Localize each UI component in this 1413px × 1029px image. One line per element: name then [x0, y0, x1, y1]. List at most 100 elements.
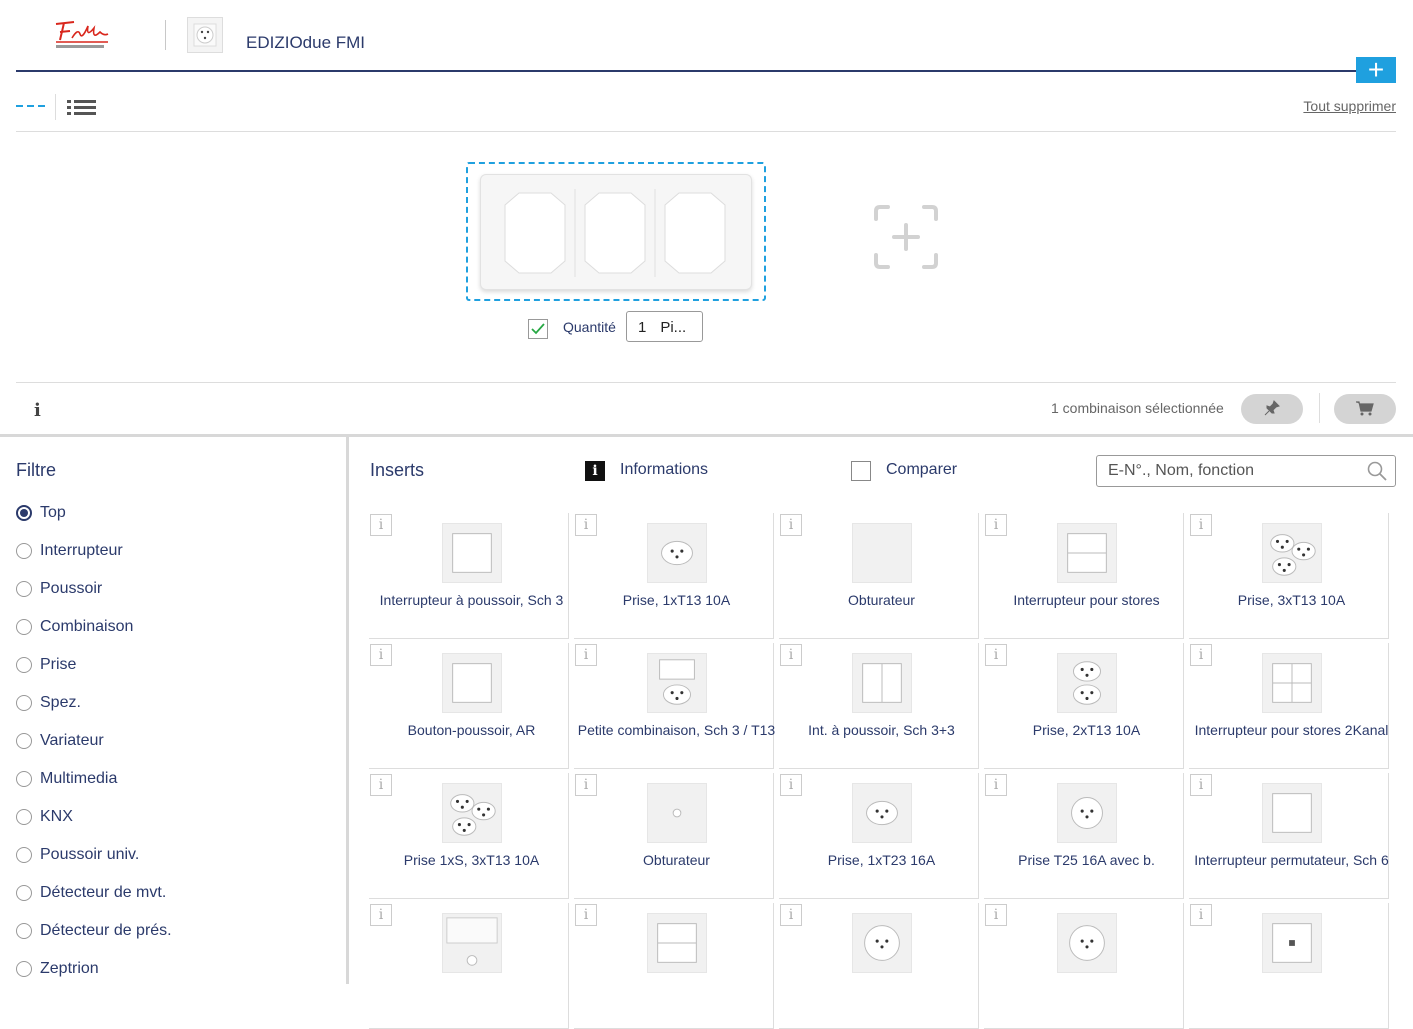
product-tile[interactable]: i [984, 903, 1184, 1029]
product-tile[interactable]: i [779, 903, 979, 1029]
product-info-icon[interactable]: i [780, 904, 802, 926]
product-info-icon[interactable]: i [985, 904, 1007, 926]
product-tile[interactable]: i Interrupteur à poussoir, Sch 3 [369, 513, 569, 639]
filter-option[interactable]: Top [16, 502, 336, 540]
selected-frame[interactable] [466, 162, 766, 301]
pin-button[interactable] [1241, 394, 1303, 424]
search-input[interactable]: E-N°., Nom, fonction [1096, 455, 1396, 487]
info-icon[interactable]: i [34, 400, 41, 421]
radio-button[interactable] [16, 543, 32, 559]
product-info-icon[interactable]: i [1190, 644, 1212, 666]
panel-divider-horizontal[interactable] [0, 434, 1413, 437]
radio-button[interactable] [16, 771, 32, 787]
filter-option[interactable]: Multimedia [16, 768, 336, 806]
product-tile[interactable]: i Obturateur [779, 513, 979, 639]
radio-button[interactable] [16, 923, 32, 939]
product-label: Interrupteur permutateur, Sch 6 [1194, 852, 1389, 868]
product-info-icon[interactable]: i [370, 904, 392, 926]
product-info-icon[interactable]: i [575, 774, 597, 796]
filter-option[interactable]: Poussoir [16, 578, 336, 616]
quantity-checkbox[interactable] [528, 319, 548, 339]
filter-option[interactable]: Zeptrion [16, 958, 336, 996]
quantity-input[interactable]: 1 Pi... [626, 311, 703, 342]
canvas-view-icon[interactable] [16, 102, 46, 110]
product-info-icon[interactable]: i [985, 514, 1007, 536]
quantity-row: Quantité 1 Pi... [528, 311, 708, 343]
product-thumbnail[interactable] [187, 17, 223, 53]
product-info-icon[interactable]: i [1190, 514, 1212, 536]
product-tile[interactable]: i Prise 1xS, 3xT13 10A [369, 773, 569, 899]
product-info-icon[interactable]: i [370, 774, 392, 796]
filter-option[interactable]: Poussoir univ. [16, 844, 336, 882]
product-tile[interactable]: i Bouton-poussoir, AR [369, 643, 569, 769]
filter-option[interactable]: Interrupteur [16, 540, 336, 578]
product-tile[interactable]: i [1189, 903, 1389, 1029]
product-label: Prise T25 16A avec b. [1018, 852, 1155, 868]
filter-option-label: Variateur [40, 732, 104, 749]
product-tile[interactable]: i Prise T25 16A avec b. [984, 773, 1184, 899]
product-info-icon[interactable]: i [780, 774, 802, 796]
filter-option[interactable]: KNX [16, 806, 336, 844]
blind-switch-icon [647, 913, 707, 973]
filter-title: Filtre [16, 460, 56, 480]
product-info-icon[interactable]: i [1190, 774, 1212, 796]
product-tile[interactable]: i Interrupteur pour stores [984, 513, 1184, 639]
cart-button[interactable] [1334, 394, 1396, 424]
radio-button[interactable] [16, 619, 32, 635]
pin-icon [1264, 399, 1280, 415]
product-info-icon[interactable]: i [575, 904, 597, 926]
product-info-icon[interactable]: i [370, 644, 392, 666]
filter-option[interactable]: Combinaison [16, 616, 336, 654]
blank-plate-icon [852, 523, 912, 583]
compare-checkbox[interactable] [851, 461, 871, 481]
filter-list: Top Interrupteur Poussoir Combinaison Prise S… [16, 502, 336, 996]
product-tile[interactable]: i Interrupteur pour stores 2Kanal [1189, 643, 1389, 769]
add-configuration-button[interactable]: + [1356, 56, 1396, 84]
clear-all-link[interactable]: Tout supprimer [1303, 98, 1396, 114]
list-view-icon[interactable] [66, 98, 98, 116]
radio-button[interactable] [16, 657, 32, 673]
product-tile[interactable]: i Prise, 3xT13 10A [1189, 513, 1389, 639]
product-tile[interactable]: i Interrupteur permutateur, Sch 6 [1189, 773, 1389, 899]
radio-button[interactable] [16, 885, 32, 901]
panel-divider-vertical[interactable] [346, 434, 349, 984]
product-info-icon[interactable]: i [1190, 904, 1212, 926]
product-tile[interactable]: i Prise, 1xT23 16A [779, 773, 979, 899]
radio-button[interactable] [16, 847, 32, 863]
product-label: Int. à poussoir, Sch 3+3 [808, 722, 955, 738]
product-info-icon[interactable]: i [370, 514, 392, 536]
radio-button[interactable] [16, 581, 32, 597]
filter-option-label: Détecteur de prés. [40, 922, 172, 939]
informations-icon[interactable]: i [585, 461, 605, 481]
product-tile[interactable]: i Prise, 2xT13 10A [984, 643, 1184, 769]
product-info-icon[interactable]: i [985, 644, 1007, 666]
product-info-icon[interactable]: i [780, 644, 802, 666]
product-tile[interactable]: i Int. à poussoir, Sch 3+3 [779, 643, 979, 769]
filter-option[interactable]: Prise [16, 654, 336, 692]
radio-button[interactable] [16, 695, 32, 711]
filter-option[interactable]: Spez. [16, 692, 336, 730]
product-tile[interactable]: i Obturateur [574, 773, 774, 899]
product-label: Prise 1xS, 3xT13 10A [403, 852, 540, 868]
product-info-icon[interactable]: i [575, 514, 597, 536]
filter-option[interactable]: Variateur [16, 730, 336, 768]
product-label: Bouton-poussoir, AR [407, 722, 536, 738]
product-tile[interactable]: i Petite combinaison, Sch 3 / T13 [574, 643, 775, 769]
switch-plate-icon [442, 523, 502, 583]
check-icon [531, 323, 545, 335]
radio-button[interactable] [16, 733, 32, 749]
search-icon[interactable] [1366, 460, 1388, 482]
radio-button[interactable] [16, 961, 32, 977]
product-info-icon[interactable]: i [985, 774, 1007, 796]
add-slot-icon[interactable] [874, 205, 938, 269]
product-tile[interactable]: i [369, 903, 569, 1029]
product-info-icon[interactable]: i [780, 514, 802, 536]
radio-button[interactable] [16, 809, 32, 825]
radio-button[interactable] [16, 505, 32, 521]
filter-option[interactable]: Détecteur de mvt. [16, 882, 336, 920]
product-tile[interactable]: i Prise, 1xT13 10A [574, 513, 774, 639]
filter-option[interactable]: Détecteur de prés. [16, 920, 336, 958]
product-info-icon[interactable]: i [575, 644, 597, 666]
informations-toggle[interactable]: Informations [620, 461, 708, 479]
product-tile[interactable]: i [574, 903, 774, 1029]
